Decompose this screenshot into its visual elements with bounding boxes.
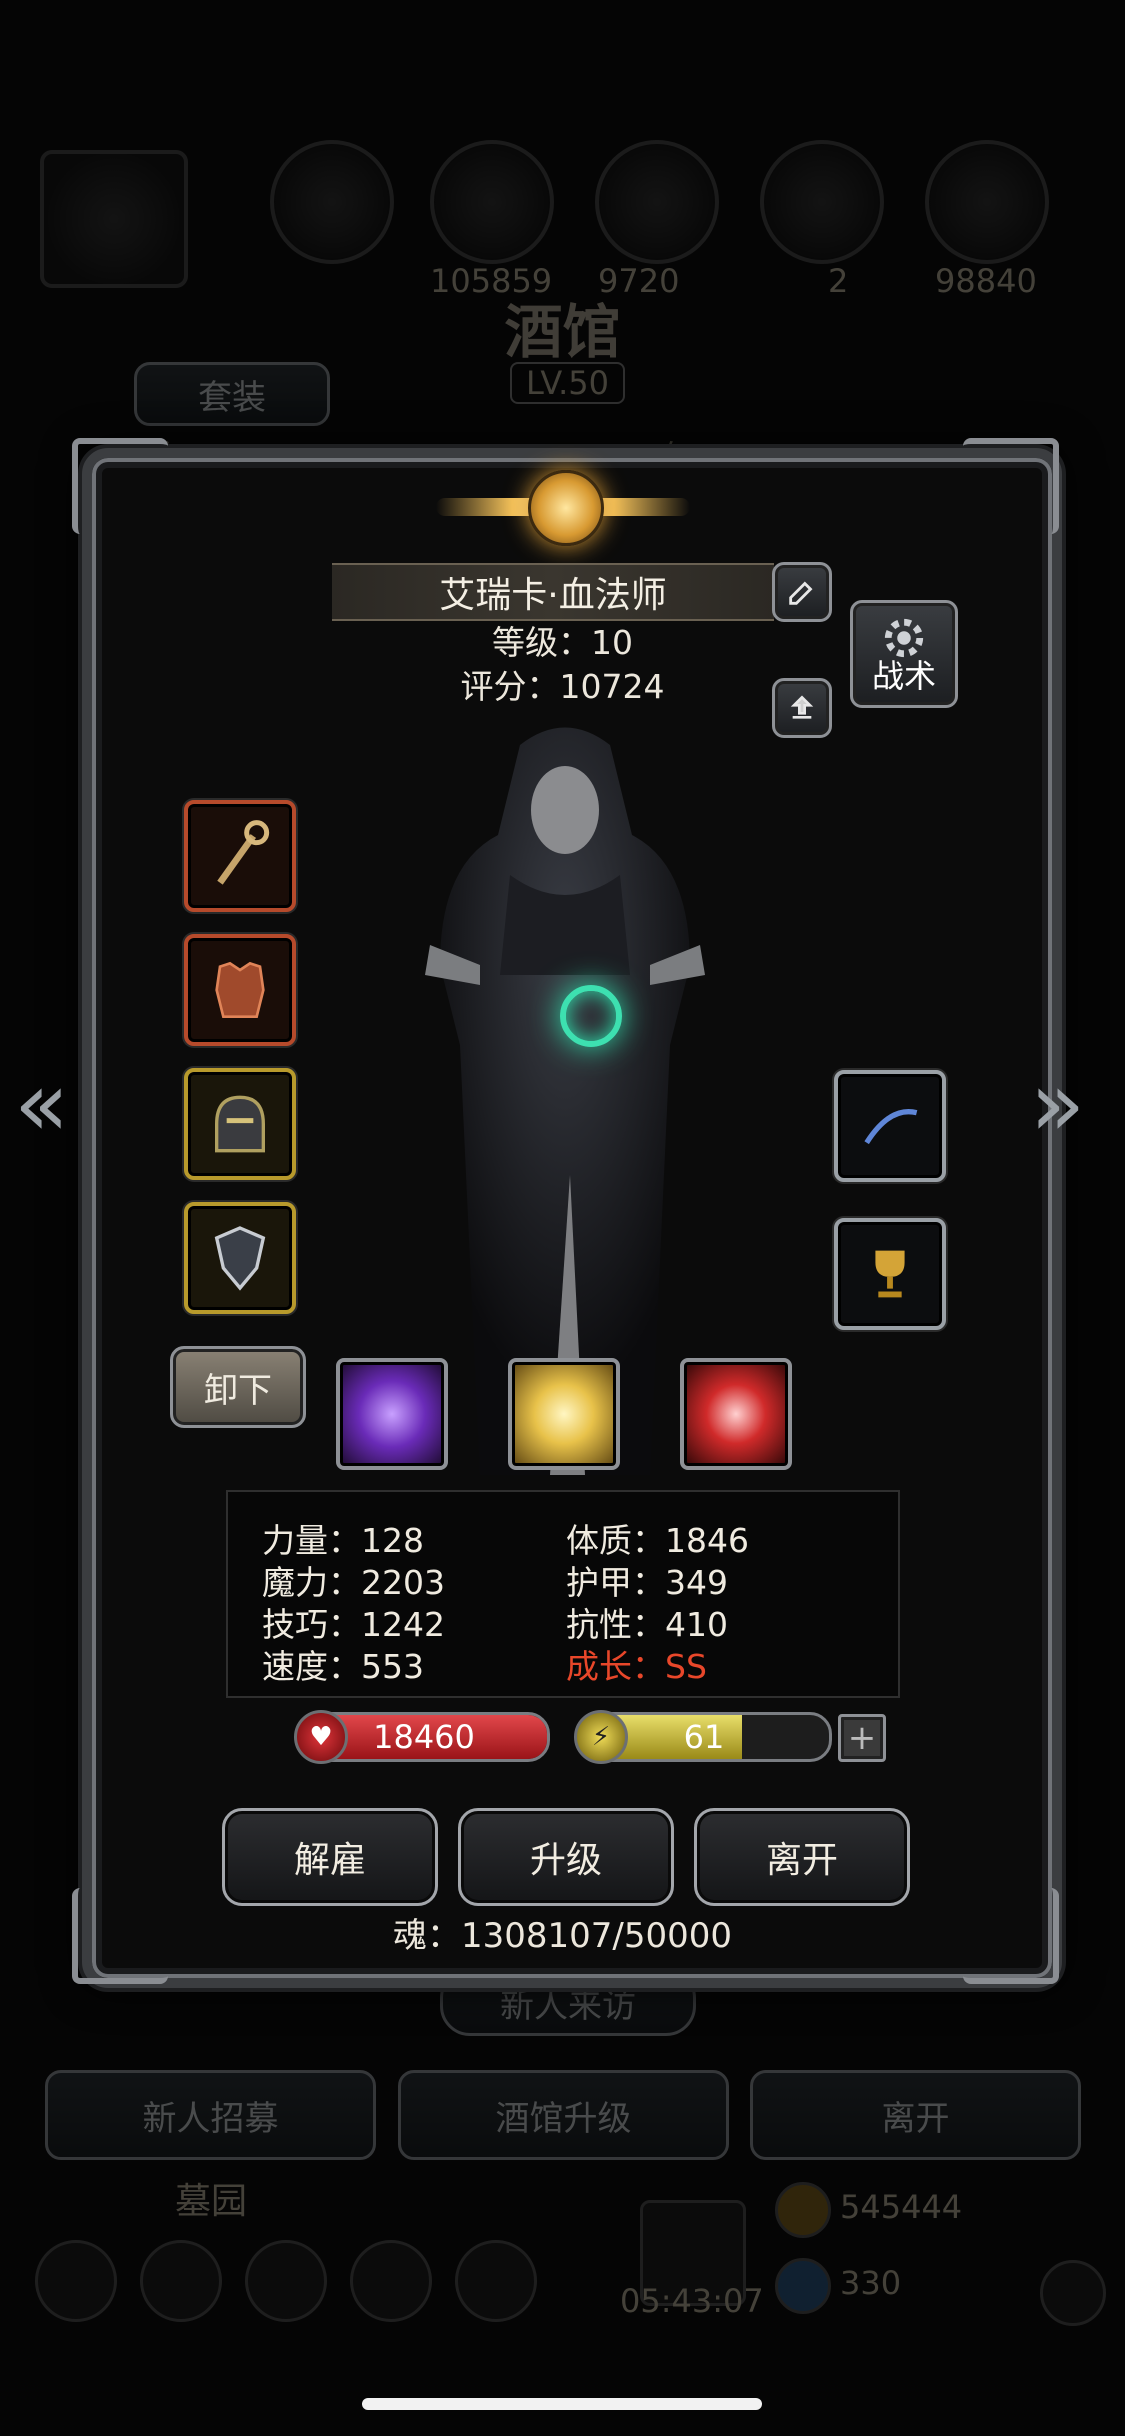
hero-portrait-icon (40, 150, 188, 288)
upgrade-button[interactable]: 升级 (458, 1808, 674, 1906)
stat-strength: 力量：128 (262, 1521, 424, 1560)
bow-icon (864, 1109, 918, 1145)
magic-orb-icon (560, 985, 622, 1047)
stat-armor: 护甲：349 (566, 1563, 728, 1602)
gold-emblem-icon (436, 462, 690, 552)
shield-icon (214, 1226, 266, 1291)
dismiss-button[interactable]: 解雇 (222, 1808, 438, 1906)
stat-constitution: 体质：1846 (566, 1521, 749, 1560)
heart-icon: ♥ (294, 1710, 348, 1764)
next-hero-arrow-icon[interactable]: » (1030, 1060, 1085, 1150)
graveyard-label: 墓园 (175, 2181, 248, 2222)
helmet-icon (215, 1095, 265, 1153)
skill-slot-blood[interactable] (680, 1358, 792, 1470)
resource-icon (270, 140, 394, 264)
stat-resistance: 抗性：410 (566, 1605, 728, 1644)
bow-slot[interactable] (834, 1070, 946, 1182)
helmet-slot[interactable] (184, 1068, 296, 1180)
edit-icon (789, 581, 813, 605)
resource-icon (430, 140, 554, 264)
tactics-label: 战术 (871, 657, 936, 695)
gem-icon (775, 2258, 831, 2314)
weapon-slot[interactable] (184, 800, 296, 912)
resource-icon (760, 140, 884, 264)
stat-growth: 成长：SS (566, 1647, 707, 1686)
accessory-slot[interactable] (184, 1202, 296, 1314)
rename-button[interactable] (772, 562, 832, 622)
tavern-leave-button: 离开 (750, 2070, 1081, 2160)
leave-button[interactable]: 离开 (694, 1808, 910, 1906)
set-tab: 套装 (134, 362, 330, 426)
tactics-button[interactable]: 战术 (850, 600, 958, 708)
skill-slot-shadow[interactable] (336, 1358, 448, 1470)
soul-cost: 魂：1308107/50000 (392, 1916, 733, 1956)
menu-icon (455, 2240, 537, 2322)
unequip-button[interactable]: 卸下 (170, 1346, 306, 1428)
trophy-slot[interactable] (834, 1218, 946, 1330)
skill-slot-light[interactable] (508, 1358, 620, 1470)
lightning-icon: ⚡ (574, 1710, 628, 1764)
menu-icon (245, 2240, 327, 2322)
stat-skill: 技巧：1242 (262, 1605, 445, 1644)
staff-icon (217, 820, 270, 885)
tavern-title: 酒馆 (504, 298, 621, 366)
stat-speed: 速度：553 (262, 1647, 424, 1686)
panel-corner-ornament (72, 438, 168, 534)
menu-icon (140, 2240, 222, 2322)
menu-icon (35, 2240, 117, 2322)
tavern-upgrade-button: 酒馆升级 (398, 2070, 729, 2160)
add-icon (1040, 2260, 1106, 2326)
gem-amount: 330 (840, 2264, 902, 2302)
prev-hero-arrow-icon[interactable]: « (14, 1060, 69, 1150)
hero-name: 艾瑞卡·血法师 (332, 563, 774, 621)
home-indicator[interactable] (362, 2398, 762, 2410)
gold-icon (775, 2182, 831, 2238)
armor-slot[interactable] (184, 934, 296, 1046)
menu-icon (350, 2240, 432, 2322)
panel-corner-ornament (963, 438, 1059, 534)
trophy-icon (875, 1250, 905, 1298)
gold-amount: 545444 (840, 2188, 963, 2226)
add-energy-button[interactable]: + (838, 1714, 886, 1762)
recruit-button: 新人招募 (45, 2070, 376, 2160)
stat-magic: 魔力：2203 (262, 1563, 445, 1602)
share-button[interactable] (772, 678, 832, 738)
tavern-level-badge: LV.50 (510, 362, 625, 404)
upload-icon (790, 695, 814, 719)
timer: 05:43:07 (620, 2282, 764, 2320)
resource-icon (925, 140, 1049, 264)
resource-icon (595, 140, 719, 264)
chest-armor-icon (215, 961, 265, 1018)
